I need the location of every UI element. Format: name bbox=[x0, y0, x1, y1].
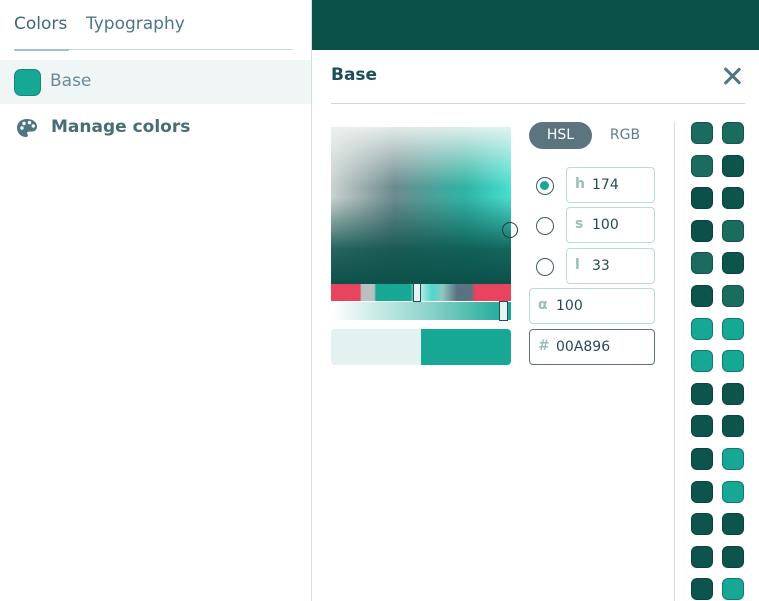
radio-s[interactable] bbox=[536, 217, 554, 235]
palette-chip[interactable] bbox=[722, 513, 744, 535]
hex-value: 00A896 bbox=[556, 339, 611, 355]
palette-chip[interactable] bbox=[722, 578, 744, 600]
palette-chip[interactable] bbox=[722, 122, 744, 144]
picker-handle[interactable] bbox=[502, 222, 518, 238]
palette-chip[interactable] bbox=[691, 252, 713, 274]
hue-value: 174 bbox=[592, 177, 619, 193]
hue-prefix: h bbox=[575, 176, 585, 192]
palette-chip[interactable] bbox=[722, 252, 744, 274]
hue-slider[interactable] bbox=[331, 284, 511, 301]
palette-chip[interactable] bbox=[722, 285, 744, 307]
lightness-field[interactable]: l 33 bbox=[566, 248, 655, 284]
palette-chip[interactable] bbox=[691, 220, 713, 242]
palette-icon bbox=[17, 119, 37, 137]
picker-gradient-overlay bbox=[331, 127, 511, 187]
manage-colors-label: Manage colors bbox=[51, 117, 191, 137]
palette-chip[interactable] bbox=[722, 318, 744, 340]
saturation-value: 100 bbox=[592, 217, 619, 233]
color-item-label: Base bbox=[50, 71, 92, 91]
saturation-lightness-area[interactable] bbox=[331, 127, 511, 284]
palette-chip[interactable] bbox=[691, 155, 713, 177]
palette-chip[interactable] bbox=[691, 546, 713, 568]
mode-hsl-button[interactable]: HSL bbox=[529, 122, 592, 149]
top-bar bbox=[312, 0, 759, 50]
lightness-value: 33 bbox=[592, 258, 610, 274]
hue-slider-handle[interactable] bbox=[413, 283, 421, 302]
panel-title: Base bbox=[331, 65, 378, 85]
close-icon[interactable] bbox=[722, 66, 742, 86]
palette-chip[interactable] bbox=[691, 415, 713, 437]
palette-chip[interactable] bbox=[691, 187, 713, 209]
palette-chip[interactable] bbox=[722, 187, 744, 209]
hex-prefix: # bbox=[538, 338, 550, 354]
palette-chip[interactable] bbox=[722, 350, 744, 372]
alpha-value: 100 bbox=[556, 298, 583, 314]
sidebar-tabs: Colors Typography bbox=[14, 12, 293, 51]
palette-chip[interactable] bbox=[722, 155, 744, 177]
alpha-slider-handle[interactable] bbox=[499, 301, 508, 321]
palette-chip[interactable] bbox=[722, 383, 744, 405]
palette-chip[interactable] bbox=[691, 513, 713, 535]
palette-chip[interactable] bbox=[691, 481, 713, 503]
palette-chip[interactable] bbox=[691, 578, 713, 600]
palette-chip[interactable] bbox=[722, 448, 744, 470]
radio-l[interactable] bbox=[536, 258, 554, 276]
title-divider bbox=[331, 103, 745, 104]
mode-rgb-button[interactable]: RGB bbox=[600, 122, 650, 149]
saturation-field[interactable]: s 100 bbox=[566, 207, 655, 243]
lightness-prefix: l bbox=[575, 257, 580, 273]
palette-chip[interactable] bbox=[722, 481, 744, 503]
color-swatch bbox=[14, 69, 41, 96]
hue-field[interactable]: h 174 bbox=[566, 167, 655, 203]
current-color-preview bbox=[421, 329, 511, 365]
palette-chip[interactable] bbox=[691, 318, 713, 340]
palette-chip[interactable] bbox=[691, 350, 713, 372]
palette-chip[interactable] bbox=[691, 383, 713, 405]
palette-chip[interactable] bbox=[722, 546, 744, 568]
alpha-field[interactable]: α 100 bbox=[529, 288, 655, 324]
hex-field[interactable]: # 00A896 bbox=[529, 329, 655, 365]
color-preview bbox=[331, 329, 511, 365]
palette-divider bbox=[674, 122, 675, 601]
tab-typography[interactable]: Typography bbox=[86, 12, 185, 36]
tab-colors[interactable]: Colors bbox=[14, 12, 70, 51]
palette-chip[interactable] bbox=[691, 122, 713, 144]
palette-chip[interactable] bbox=[691, 448, 713, 470]
alpha-prefix: α bbox=[538, 297, 548, 313]
radio-h[interactable] bbox=[536, 177, 554, 195]
palette-chip[interactable] bbox=[691, 285, 713, 307]
previous-color-preview bbox=[331, 329, 421, 365]
color-list-item-base[interactable]: Base bbox=[0, 60, 311, 104]
saturation-prefix: s bbox=[575, 216, 584, 232]
palette-chip[interactable] bbox=[722, 220, 744, 242]
alpha-slider[interactable] bbox=[331, 302, 511, 320]
sidebar: Colors Typography Base Manage colors bbox=[0, 0, 312, 601]
palette-chip[interactable] bbox=[722, 415, 744, 437]
